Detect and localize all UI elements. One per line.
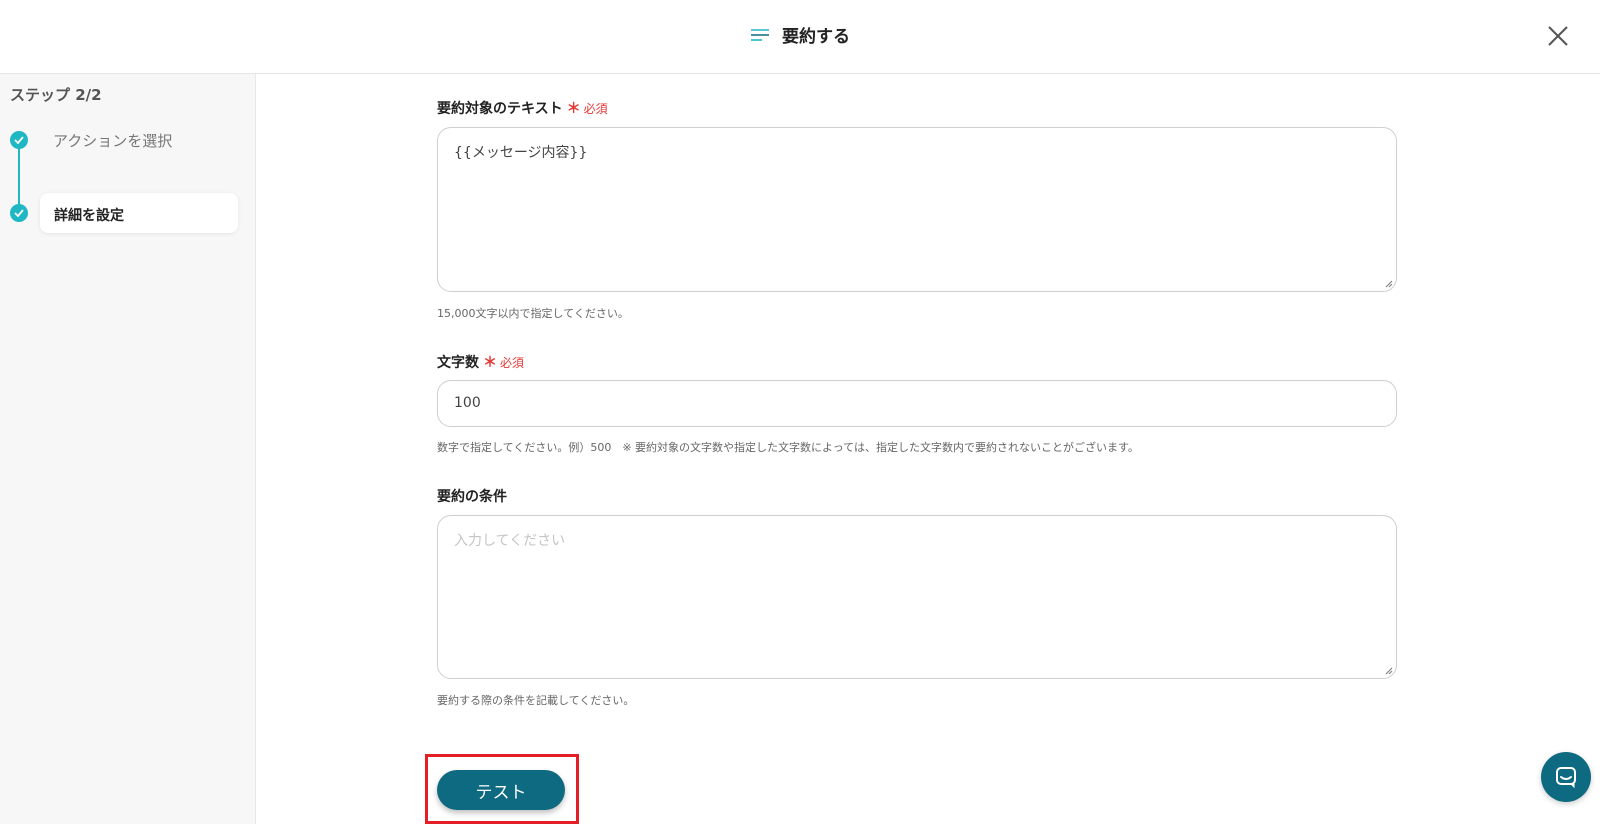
header: 要約する xyxy=(0,0,1600,74)
summary-lines-icon xyxy=(751,28,769,41)
close-icon xyxy=(1548,26,1568,46)
conditions-label: 要約の条件 xyxy=(437,489,507,505)
required-asterisk: ＊ xyxy=(566,101,581,117)
chat-launcher-button[interactable] xyxy=(1541,752,1591,802)
text-field-help: 15,000文字以内で指定してください。 xyxy=(437,307,629,320)
required-badge: 必須 xyxy=(583,101,608,116)
summary-text-textarea[interactable]: {{メッセージ内容}} xyxy=(437,127,1397,292)
conditions-placeholder: 入力してください xyxy=(454,533,566,549)
test-button[interactable]: テスト xyxy=(437,770,565,810)
conditions-textarea[interactable]: 入力してください xyxy=(437,515,1397,679)
header-title: 要約する xyxy=(782,27,850,47)
required-asterisk: ＊ xyxy=(483,355,497,371)
char-count-input[interactable]: 100 xyxy=(437,380,1397,427)
summary-text-value: {{メッセージ内容}} xyxy=(454,145,588,161)
char-count-label-row: 文字数 ＊ 必須 xyxy=(437,352,524,372)
sidebar: ステップ 2/2 アクションを選択 詳細を設定 xyxy=(0,74,256,824)
sidebar-step-select-action[interactable]: アクションを選択 xyxy=(53,130,172,151)
required-badge: 必須 xyxy=(500,355,525,370)
text-field-label-row: 要約対象のテキスト ＊ 必須 xyxy=(437,98,608,118)
header-title-group: 要約する xyxy=(0,22,1600,47)
char-count-value: 100 xyxy=(454,395,481,411)
char-count-help: 数字で指定してください。例）500 ※ 要約対象の文字数や指定した文字数によって… xyxy=(437,441,1139,454)
char-count-label: 文字数 xyxy=(437,355,479,371)
resize-handle-icon[interactable] xyxy=(1385,280,1393,288)
conditions-help: 要約する際の条件を記載してください。 xyxy=(437,694,635,707)
chat-icon xyxy=(1556,767,1576,789)
sidebar-step-configure-details[interactable]: 詳細を設定 xyxy=(40,193,238,233)
resize-handle-icon[interactable] xyxy=(1385,667,1393,675)
check-icon xyxy=(10,131,28,149)
step-count: ステップ 2/2 xyxy=(10,86,102,104)
conditions-label-row: 要約の条件 xyxy=(437,486,507,506)
check-icon xyxy=(10,204,28,222)
text-field-label: 要約対象のテキスト xyxy=(437,101,563,117)
close-button[interactable] xyxy=(1544,22,1572,50)
